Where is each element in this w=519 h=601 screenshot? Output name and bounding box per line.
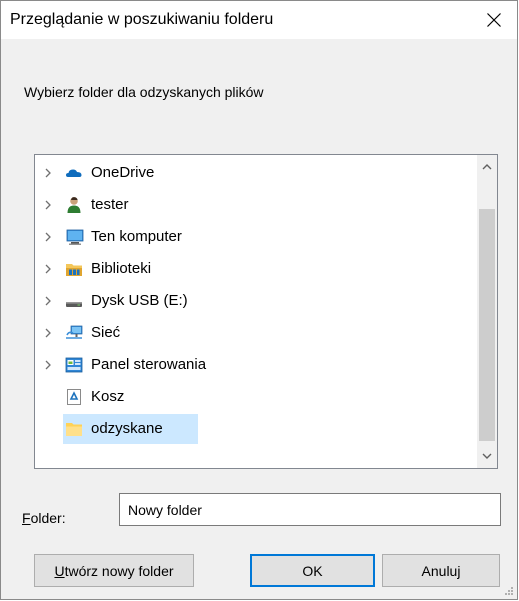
tree-item-label: Biblioteki (91, 260, 152, 277)
folder-name-input[interactable] (119, 493, 501, 526)
tree-item-label: odzyskane (91, 420, 163, 437)
scrollbar-thumb[interactable] (479, 209, 495, 441)
tree-scrollbar[interactable] (477, 155, 497, 468)
close-icon (487, 13, 501, 27)
chevron-right-icon[interactable] (41, 358, 55, 372)
tree-item-label: tester (91, 196, 129, 213)
browse-folder-dialog: Przeglądanie w poszukiwaniu folderu Wybi… (0, 0, 518, 600)
tree-item-label: Kosz (91, 388, 125, 405)
cancel-button[interactable]: Anuluj (382, 554, 500, 587)
tree-item-label: Ten komputer (91, 228, 182, 245)
user-icon (67, 197, 81, 213)
tree-item-panel-sterowania[interactable]: Panel sterowania (35, 350, 475, 380)
resize-grip-icon[interactable] (504, 586, 514, 596)
tree-item-dysk-usb[interactable]: Dysk USB (E:) (35, 286, 475, 316)
libraries-icon (66, 264, 82, 276)
chevron-right-icon[interactable] (41, 230, 55, 244)
chevron-down-icon (482, 453, 492, 459)
tree-item-siec[interactable]: Sieć (35, 318, 475, 348)
recycle-bin-icon (67, 389, 81, 405)
chevron-right-icon[interactable] (41, 166, 55, 180)
chevron-up-icon (482, 164, 492, 170)
folder-tree[interactable]: OneDrive tester Ten komputer Biblioteki … (34, 154, 498, 469)
close-button[interactable] (471, 1, 517, 39)
network-icon (66, 325, 83, 339)
computer-monitor-icon (66, 229, 84, 245)
dialog-prompt: Wybierz folder dla odzyskanych plików (24, 84, 264, 100)
new-folder-label: twórz nowy folder (64, 562, 174, 579)
chevron-right-icon[interactable] (41, 262, 55, 276)
chevron-right-icon[interactable] (41, 326, 55, 340)
new-folder-button[interactable]: Utwórz nowy folder (34, 554, 194, 587)
ok-button[interactable]: OK (250, 554, 375, 587)
chevron-right-icon[interactable] (41, 198, 55, 212)
control-panel-icon (65, 357, 83, 373)
tree-item-onedrive[interactable]: OneDrive (35, 158, 475, 188)
usb-drive-icon (66, 302, 82, 307)
folder-label-text: older: (30, 510, 66, 526)
onedrive-cloud-icon (66, 169, 82, 177)
new-folder-accelerator: U (54, 562, 65, 579)
scroll-down-button[interactable] (477, 446, 497, 466)
tree-item-label: Panel sterowania (91, 356, 207, 373)
tree-item-tester[interactable]: tester (35, 190, 475, 220)
tree-item-ten-komputer[interactable]: Ten komputer (35, 222, 475, 252)
scroll-up-button[interactable] (477, 157, 497, 177)
tree-item-biblioteki[interactable]: Biblioteki (35, 254, 475, 284)
folder-label-accelerator: F (22, 510, 31, 526)
dialog-title: Przeglądanie w poszukiwaniu folderu (10, 11, 274, 28)
tree-item-label: Sieć (91, 324, 121, 341)
chevron-right-icon[interactable] (41, 294, 55, 308)
folder-field-label: Folder: (22, 510, 66, 526)
tree-item-label: Dysk USB (E:) (91, 292, 188, 309)
tree-item-odzyskane[interactable]: odzyskane (35, 414, 475, 444)
title-bar: Przeglądanie w poszukiwaniu folderu (1, 1, 517, 39)
tree-item-kosz[interactable]: Kosz (35, 382, 475, 412)
tree-item-label: OneDrive (91, 164, 155, 181)
folder-icon (66, 423, 82, 436)
